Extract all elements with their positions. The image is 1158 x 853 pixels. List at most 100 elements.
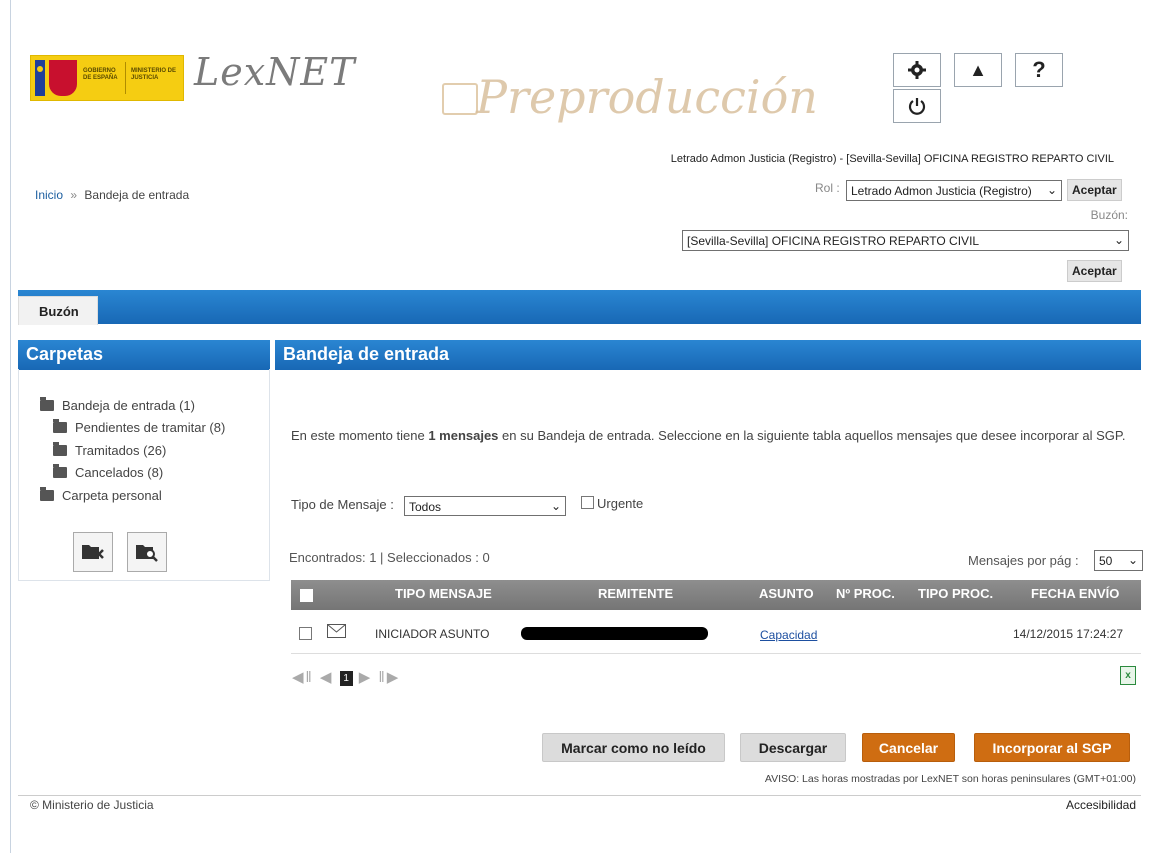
intro-text: En este momento tiene 1 mensajes en su B… [291, 427, 1141, 445]
logo-divider [125, 62, 126, 94]
buzon-select[interactable]: [Sevilla-Sevilla] OFICINA REGISTRO REPAR… [682, 230, 1129, 251]
download-button[interactable]: Descargar [740, 733, 846, 762]
gov-logo-text: GOBIERNO DE ESPAÑA [83, 68, 118, 81]
folder-tramitados[interactable]: Tramitados (26) [53, 442, 166, 458]
rol-select[interactable]: Letrado Admon Justicia (Registro) ⌄ [846, 180, 1062, 201]
first-page-icon[interactable]: ◀‖ [292, 669, 314, 686]
timezone-notice: AVISO: Las horas mostradas por LexNET so… [764, 773, 1136, 785]
column-header-asunto[interactable]: ASUNTO [759, 586, 814, 601]
folder-icon [53, 442, 67, 456]
column-header-tipo-proc[interactable]: TIPO PROC. [918, 586, 993, 601]
cell-asunto-link[interactable]: Capacidad [760, 628, 817, 642]
current-user-office: Letrado Admon Justicia (Registro) - [Sev… [670, 153, 1114, 165]
mensajes-por-pagina-select[interactable]: 50 ⌄ [1094, 550, 1143, 571]
prev-page-icon[interactable]: ◀ [320, 669, 334, 686]
folder-search-icon [136, 545, 158, 562]
buzon-label: Buzón: [1090, 208, 1128, 222]
chevron-down-icon: ⌄ [550, 499, 561, 513]
rol-accept-button[interactable]: Aceptar [1067, 179, 1122, 201]
folder-label: Cancelados (8) [75, 465, 164, 480]
last-page-icon[interactable]: ‖▶ [379, 669, 401, 686]
folder-label: Carpeta personal [62, 488, 162, 503]
intro-text-part: en su Bandeja de entrada. Seleccione en … [498, 428, 1126, 443]
results-summary: Encontrados: 1 | Seleccionados : 0 [289, 550, 490, 565]
cancel-button[interactable]: Cancelar [862, 733, 955, 762]
folder-icon [53, 464, 67, 478]
power-icon [908, 98, 926, 115]
folder-label: Bandeja de entrada (1) [62, 398, 195, 413]
current-page[interactable]: 1 [339, 671, 353, 686]
mark-unread-button[interactable]: Marcar como no leído [542, 733, 725, 762]
buzon-select-value: [Sevilla-Sevilla] OFICINA REGISTRO REPAR… [687, 234, 980, 248]
footer-divider [18, 795, 1141, 796]
delete-folder-button[interactable] [73, 532, 113, 572]
help-button[interactable]: ? [1015, 53, 1063, 87]
help-icon: ? [1032, 57, 1046, 82]
chevron-down-icon: ⌄ [1127, 553, 1138, 567]
excel-export-icon[interactable]: x [1120, 666, 1136, 685]
folder-pendientes[interactable]: Pendientes de tramitar (8) [53, 419, 226, 435]
folder-icon [40, 487, 54, 501]
ministry-logo-text: MINISTERIO DE JUSTICIA [131, 68, 177, 81]
intro-text-part: En este momento tiene [291, 428, 429, 443]
rol-select-value: Letrado Admon Justicia (Registro) [851, 184, 1032, 198]
main-nav-bar [18, 290, 1141, 324]
copyright: © Ministerio de Justicia [30, 798, 154, 812]
folder-cancelados[interactable]: Cancelados (8) [53, 464, 164, 480]
warning-icon: ▲ [969, 59, 987, 80]
government-logo: GOBIERNO DE ESPAÑA MINISTERIO DE JUSTICI… [30, 55, 184, 101]
environment-watermark: Preproducción [476, 70, 818, 124]
settings-button[interactable] [893, 53, 941, 87]
app-logo: LexNET [194, 50, 356, 94]
breadcrumb-separator: » [70, 188, 78, 202]
message-count: 1 mensajes [428, 428, 499, 443]
environment-film-icon [442, 83, 478, 115]
folder-icon [40, 397, 54, 411]
redacted-remitente [521, 627, 708, 640]
row-divider [291, 653, 1141, 654]
select-all-checkbox[interactable] [300, 589, 313, 602]
row-checkbox[interactable] [299, 627, 312, 640]
rol-label: Rol : [815, 181, 840, 195]
folder-bandeja-entrada[interactable]: Bandeja de entrada (1) [40, 397, 195, 413]
column-header-tipo[interactable]: TIPO MENSAJE [395, 586, 492, 601]
tipo-mensaje-select[interactable]: Todos ⌄ [404, 496, 566, 516]
folder-carpeta-personal[interactable]: Carpeta personal [40, 487, 162, 503]
pagination: ◀‖ ◀ 1 ▶ ‖▶ [292, 668, 400, 686]
column-header-num-proc[interactable]: Nº PROC. [836, 586, 895, 601]
cell-fecha-envio: 14/12/2015 17:24:27 [1013, 627, 1124, 641]
urgente-label: Urgente [597, 496, 644, 511]
folder-icon [53, 419, 67, 433]
folder-delete-icon [82, 545, 104, 559]
incorporate-sgp-button[interactable]: Incorporar al SGP [974, 733, 1130, 762]
column-header-remitente[interactable]: REMITENTE [598, 586, 673, 601]
search-folder-button[interactable] [127, 532, 167, 572]
mensajes-por-pagina-value: 50 [1099, 554, 1113, 568]
column-header-fecha-envio[interactable]: FECHA ENVÍO [1031, 586, 1119, 601]
urgente-checkbox[interactable] [581, 496, 594, 509]
breadcrumb-home-link[interactable]: Inicio [35, 188, 63, 202]
breadcrumb-current: Bandeja de entrada [84, 188, 190, 202]
chevron-down-icon: ⌄ [1046, 183, 1057, 197]
coat-of-arms-icon [49, 60, 77, 96]
tipo-mensaje-label: Tipo de Mensaje : [291, 497, 394, 512]
buzon-accept-button[interactable]: Aceptar [1067, 260, 1122, 282]
chevron-down-icon: ⌄ [1113, 233, 1124, 247]
main-title: Bandeja de entrada [275, 340, 1141, 370]
breadcrumb: Inicio » Bandeja de entrada [35, 188, 189, 202]
logout-button[interactable] [893, 89, 941, 123]
accessibility-link[interactable]: Accesibilidad [1066, 798, 1136, 812]
gear-icon [908, 61, 926, 79]
mensajes-por-pagina-label: Mensajes por pág : [968, 553, 1079, 568]
messages-table-header: TIPO MENSAJE REMITENTE ASUNTO Nº PROC. T… [291, 580, 1141, 610]
warnings-button[interactable]: ▲ [954, 53, 1002, 87]
envelope-icon [327, 624, 346, 638]
eu-flag-icon [35, 60, 45, 96]
cell-tipo-mensaje: INICIADOR ASUNTO [375, 627, 490, 641]
carpetas-title: Carpetas [18, 340, 270, 370]
next-page-icon[interactable]: ▶ [359, 669, 373, 686]
tipo-mensaje-value: Todos [409, 500, 442, 514]
tab-buzon[interactable]: Buzón [18, 296, 98, 325]
page-left-border [10, 0, 11, 853]
folder-label: Pendientes de tramitar (8) [75, 420, 226, 435]
